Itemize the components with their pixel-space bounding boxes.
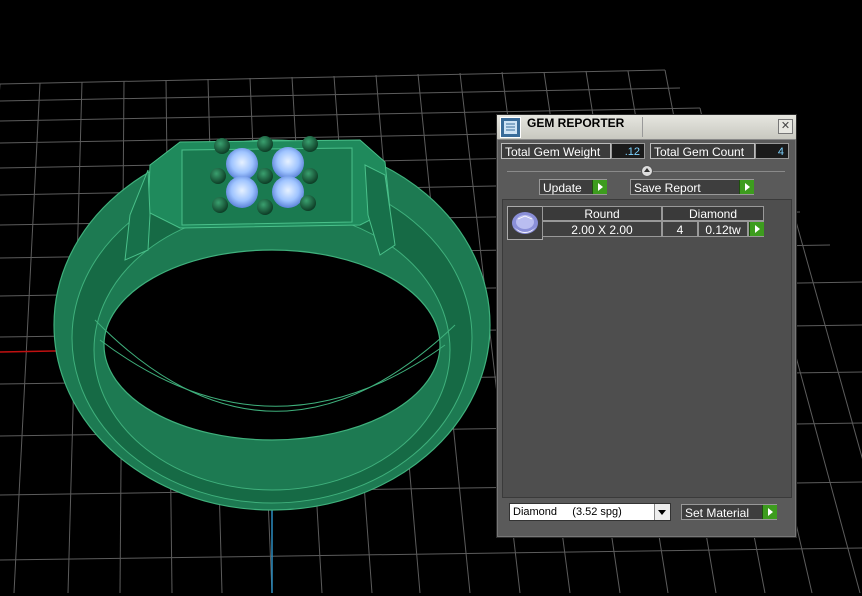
material-select-value: Diamond (3.52 spg) [513, 506, 622, 518]
panel-title: GEM REPORTER [527, 116, 625, 130]
save-report-button[interactable]: Save Report [630, 179, 754, 195]
total-gem-weight-value: .12 [611, 143, 645, 159]
total-gem-count-value: 4 [755, 143, 789, 159]
column-header-shape: Round [542, 206, 662, 221]
gem-list[interactable]: Round Diamond 2.00 X 2.00 4 0.12tw [502, 199, 792, 498]
chevron-down-icon[interactable] [654, 504, 670, 520]
titlebar-divider [642, 117, 643, 137]
column-header-material: Diamond [662, 206, 764, 221]
round-diamond-icon[interactable] [507, 206, 543, 240]
gem-count-cell: 4 [662, 221, 698, 237]
gem-weight-cell: 0.12tw [698, 221, 748, 237]
play-arrow-icon[interactable] [762, 505, 777, 519]
set-material-button-label: Set Material [685, 506, 750, 520]
update-button[interactable]: Update [539, 179, 607, 195]
play-arrow-icon[interactable] [739, 180, 754, 194]
set-material-button[interactable]: Set Material [681, 504, 777, 520]
gem-reporter-panel: GEM REPORTER ✕ Total Gem Weight .12 Tota… [496, 114, 797, 538]
collapse-arrow-icon[interactable] [641, 165, 653, 177]
gem-reporter-icon [500, 117, 521, 138]
total-gem-weight-label: Total Gem Weight [501, 143, 611, 159]
total-gem-count-label: Total Gem Count [650, 143, 755, 159]
update-button-label: Update [543, 181, 582, 195]
play-arrow-icon[interactable] [592, 180, 607, 194]
play-arrow-icon[interactable] [749, 222, 764, 236]
panel-titlebar[interactable]: GEM REPORTER ✕ [497, 115, 796, 140]
material-select[interactable]: Diamond (3.52 spg) [509, 503, 671, 521]
ring-model [53, 136, 491, 511]
close-button[interactable]: ✕ [778, 119, 793, 134]
save-report-button-label: Save Report [634, 181, 701, 195]
gem-row-action-button[interactable] [748, 221, 764, 237]
gem-size-cell: 2.00 X 2.00 [542, 221, 662, 237]
